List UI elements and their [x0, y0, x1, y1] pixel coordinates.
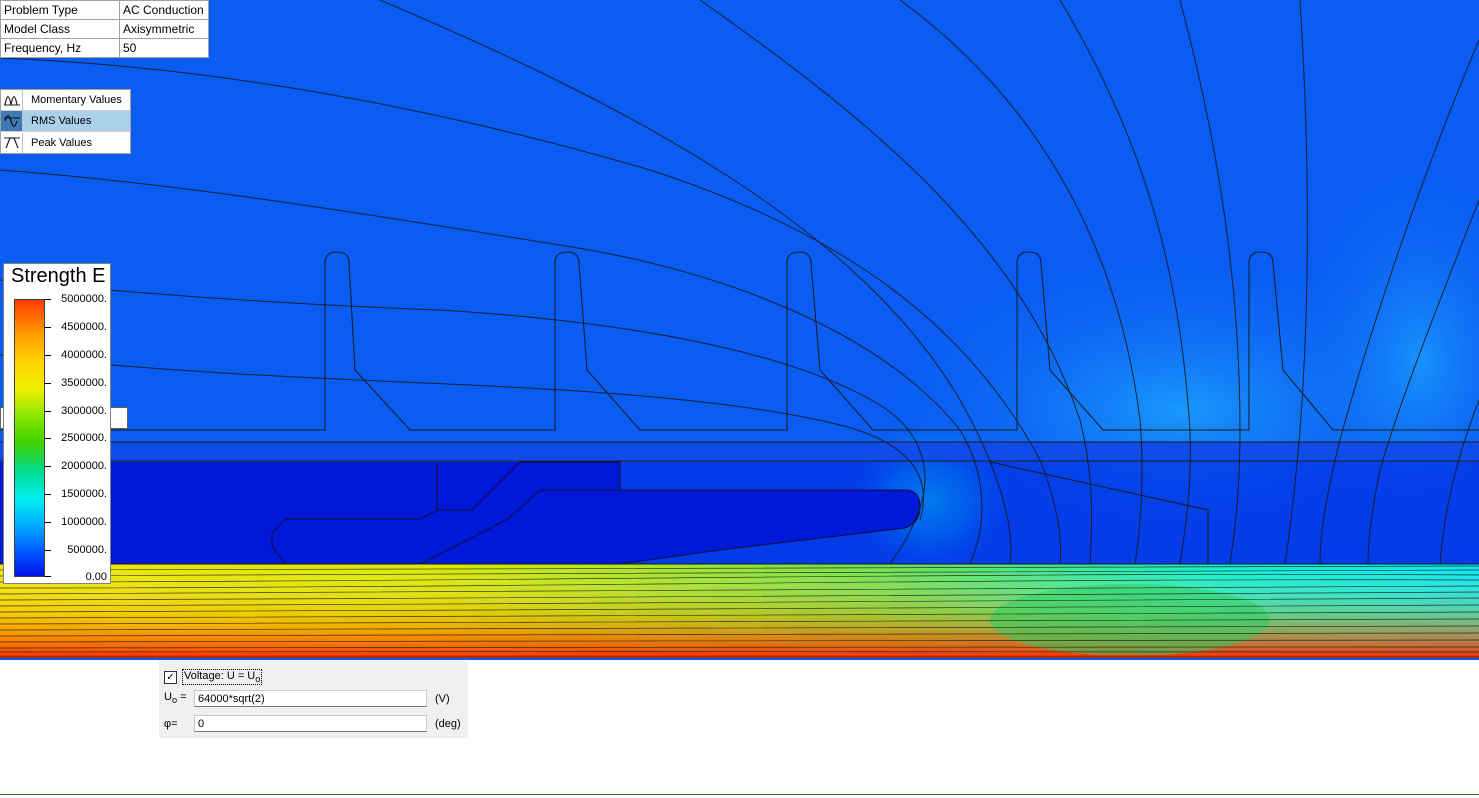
- problem-info-table: Problem Type AC Conduction Model Class A…: [0, 0, 209, 58]
- voltage-checkbox-label[interactable]: Voltage: U = Uo: [182, 669, 263, 686]
- phi-label: φ=: [164, 717, 178, 730]
- mode-rms-values[interactable]: RMS Values: [1, 111, 130, 132]
- info-value: 50: [119, 38, 209, 58]
- legend-label: 2500000.: [61, 432, 107, 444]
- legend-label: 1500000.: [61, 488, 107, 500]
- mode-label: RMS Values: [31, 115, 92, 127]
- conductor-region: [0, 461, 1479, 565]
- momentary-wave-icon: [1, 90, 23, 110]
- legend-label: 1000000.: [61, 516, 107, 528]
- mode-label: Momentary Values: [31, 94, 122, 106]
- legend-label: 4500000.: [61, 321, 107, 333]
- mode-label: Peak Values: [31, 136, 92, 149]
- legend-tick: [45, 438, 51, 439]
- legend-title: Strength E: [11, 265, 106, 287]
- phi-unit: (deg): [435, 717, 461, 730]
- info-value: AC Conduction: [119, 0, 209, 20]
- voltage-label-text: Voltage: U = U: [184, 670, 256, 682]
- legend-label: 3500000.: [61, 377, 107, 389]
- legend-label: 0.00: [85, 571, 107, 583]
- uo-label-text: U: [164, 691, 172, 704]
- legend-tick: [45, 550, 51, 551]
- legend-tick: [45, 494, 51, 495]
- legend-tick: [45, 383, 51, 384]
- legend-color-bar: [14, 299, 45, 577]
- phi-input[interactable]: [194, 715, 427, 732]
- mode-peak-values[interactable]: Peak Values: [1, 132, 130, 153]
- boundary-condition-panel: ✓ Voltage: U = Uo Uo = (V) φ= (deg): [159, 661, 468, 738]
- legend-label: 500000.: [67, 544, 107, 556]
- uo-unit: (V): [435, 692, 450, 705]
- uo-row: Uo = (V): [164, 690, 450, 707]
- display-mode-list: Momentary Values RMS Values Peak Values: [0, 89, 131, 154]
- peak-wave-icon: [1, 132, 23, 153]
- legend-tick: [45, 522, 51, 523]
- info-value: Axisymmetric: [119, 19, 209, 39]
- phi-row: φ= (deg): [164, 715, 461, 732]
- info-row-frequency: Frequency, Hz 50: [0, 38, 209, 58]
- mode-momentary-values[interactable]: Momentary Values: [1, 90, 130, 111]
- legend-label: 2000000.: [61, 460, 107, 472]
- uo-input[interactable]: [194, 690, 427, 707]
- uo-label: Uo =: [164, 691, 194, 705]
- color-legend: Strength E 5000000. 4500000. 4000000. 35…: [3, 263, 111, 584]
- legend-label: 5000000.: [61, 293, 107, 305]
- voltage-checkbox-row[interactable]: ✓ Voltage: U = Uo: [164, 669, 263, 686]
- status-divider: [0, 794, 1479, 795]
- info-row-model-class: Model Class Axisymmetric: [0, 19, 209, 39]
- voltage-label-subscript: o: [255, 674, 261, 685]
- legend-tick: [45, 466, 51, 467]
- legend-tick: [45, 355, 51, 356]
- legend-tick: [45, 411, 51, 412]
- voltage-checkbox[interactable]: ✓: [164, 670, 177, 684]
- legend-tick: [45, 576, 51, 577]
- info-row-problem-type: Problem Type AC Conduction: [0, 0, 209, 20]
- uo-label-eq: =: [177, 691, 187, 704]
- info-key: Model Class: [0, 19, 120, 39]
- legend-tick: [45, 327, 51, 328]
- legend-tick: [45, 299, 51, 300]
- info-key: Problem Type: [0, 0, 120, 20]
- info-key: Frequency, Hz: [0, 38, 120, 58]
- legend-label: 3000000.: [61, 405, 107, 417]
- legend-label: 4000000.: [61, 349, 107, 361]
- rms-wave-icon: [1, 111, 23, 131]
